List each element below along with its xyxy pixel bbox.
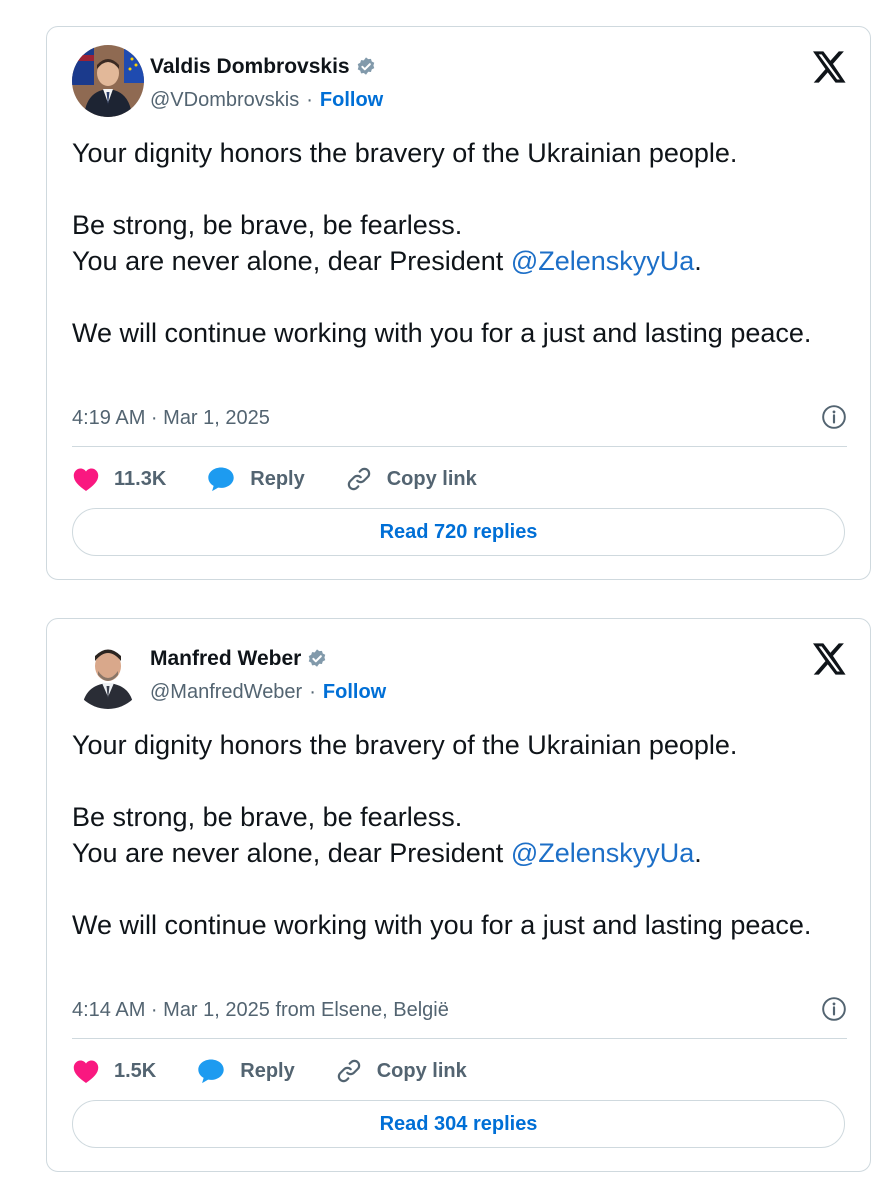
avatar[interactable] [72, 45, 144, 117]
avatar[interactable] [72, 637, 144, 709]
tweet-timestamp[interactable]: 4:14 AM · Mar 1, 2025 from Elsene, Belgi… [72, 999, 449, 1022]
tweet-line: Your dignity honors the bravery of the U… [72, 730, 738, 760]
display-name[interactable]: Valdis Dombrovskis [150, 55, 350, 79]
follow-button[interactable]: Follow [320, 89, 383, 112]
info-icon[interactable] [821, 996, 847, 1022]
read-replies-button[interactable]: Read 304 replies [72, 1100, 845, 1148]
copy-link-label: Copy link [376, 1059, 467, 1082]
tweet-line: We will continue working with you for a … [72, 318, 812, 348]
info-icon[interactable] [821, 404, 847, 430]
tweet-line: Be strong, be brave, be fearless. [72, 802, 463, 832]
mention-link[interactable]: @ZelenskyyUa [511, 246, 694, 276]
tweet-text: Your dignity honors the bravery of the U… [72, 727, 852, 943]
heart-icon [73, 1060, 99, 1084]
tweet-line: Your dignity honors the bravery of the U… [72, 138, 738, 168]
user-handle[interactable]: @VDombrovskis [150, 89, 299, 112]
tweet-timestamp[interactable]: 4:19 AM · Mar 1, 2025 [72, 407, 270, 430]
link-icon [337, 1059, 360, 1083]
reply-button[interactable]: Reply [196, 1057, 295, 1085]
tweet-actions: 1.5K Reply Copy link [72, 1053, 507, 1089]
copy-link-button[interactable]: Copy link [335, 1057, 467, 1085]
mention-link[interactable]: @ZelenskyyUa [511, 838, 694, 868]
like-count: 11.3K [114, 467, 167, 490]
like-count: 1.5K [114, 1059, 157, 1082]
divider [72, 1038, 847, 1039]
tweet-line: Be strong, be brave, be fearless. [72, 210, 463, 240]
speech-bubble-icon [198, 1059, 224, 1084]
reply-label: Reply [240, 1059, 295, 1082]
copy-link-label: Copy link [386, 467, 477, 490]
read-replies-button[interactable]: Read 720 replies [72, 508, 845, 556]
tweet-card: Manfred Weber @ManfredWeber · Follow You… [46, 618, 871, 1172]
verified-badge-icon [306, 648, 328, 670]
tweet-line: We will continue working with you for a … [72, 910, 812, 940]
verified-badge-icon [355, 56, 377, 78]
display-name[interactable]: Manfred Weber [150, 647, 301, 671]
reply-button[interactable]: Reply [206, 465, 305, 493]
like-button[interactable]: 11.3K [72, 466, 166, 492]
tweet-header: Valdis Dombrovskis @VDombrovskis · Follo… [72, 45, 847, 121]
tweet-text: Your dignity honors the bravery of the U… [72, 135, 852, 351]
follow-button[interactable]: Follow [323, 681, 386, 704]
speech-bubble-icon [208, 467, 234, 492]
copy-link-button[interactable]: Copy link [345, 465, 477, 493]
x-logo-icon[interactable] [813, 51, 847, 83]
reply-label: Reply [250, 467, 305, 490]
user-handle[interactable]: @ManfredWeber [150, 681, 302, 704]
x-logo-icon[interactable] [813, 643, 847, 675]
tweet-actions: 11.3K Reply Copy link [72, 461, 517, 497]
tweet-header: Manfred Weber @ManfredWeber · Follow [72, 637, 847, 713]
link-icon [347, 467, 370, 491]
like-button[interactable]: 1.5K [72, 1058, 156, 1084]
heart-icon [73, 468, 99, 492]
tweet-line: You are never alone, dear President @Zel… [72, 246, 702, 276]
tweet-line: You are never alone, dear President @Zel… [72, 838, 702, 868]
divider [72, 446, 847, 447]
tweet-card: Valdis Dombrovskis @VDombrovskis · Follo… [46, 26, 871, 580]
